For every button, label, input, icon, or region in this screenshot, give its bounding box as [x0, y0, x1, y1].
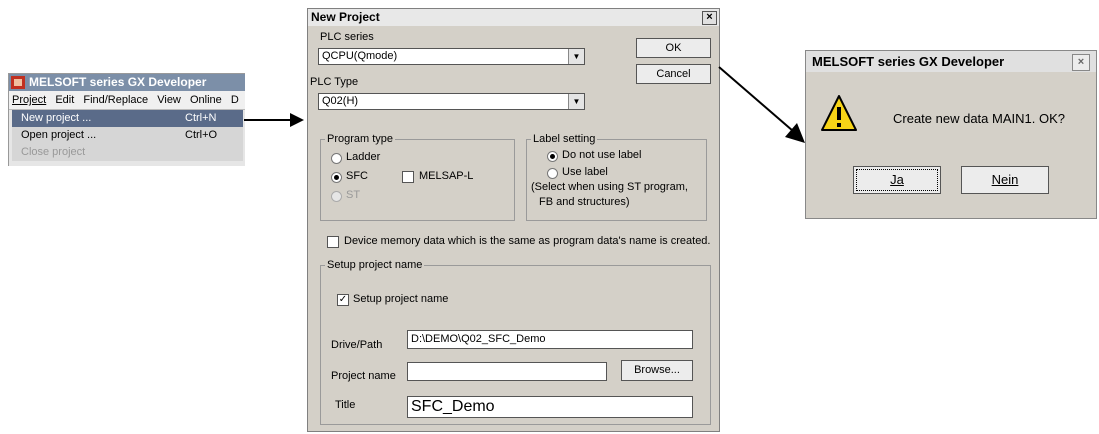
close-icon[interactable]: × [1072, 54, 1090, 71]
program-type-group: Program type Ladder SFC MELSAP-L ST [320, 133, 515, 221]
dialog-title-bar: New Project × [308, 9, 719, 26]
radio-no-label[interactable] [547, 151, 558, 162]
checkbox-setup-project-name[interactable]: ✓ [337, 294, 349, 306]
radio-no-label-text: Do not use label [562, 149, 642, 161]
radio-st [331, 191, 342, 202]
radio-sfc[interactable] [331, 172, 342, 183]
plc-type-label: PLC Type [310, 76, 359, 88]
title-input[interactable]: SFC_Demo [407, 396, 693, 418]
program-type-label: Program type [325, 133, 396, 145]
menu-item-label: New project ... [21, 112, 92, 124]
menu-find-replace[interactable]: Find/Replace [83, 94, 148, 106]
menu-project[interactable]: Project [12, 94, 46, 106]
message-text: Create new data MAIN1. OK? [893, 111, 1065, 126]
title-label: Title [335, 399, 356, 411]
warning-icon [821, 95, 857, 131]
menu-item-shortcut: Ctrl+N [185, 112, 217, 124]
ok-button[interactable]: OK [636, 38, 711, 58]
label-setting-label: Label setting [531, 133, 598, 145]
checkbox-melsap[interactable] [402, 171, 414, 183]
menu-online[interactable]: Online [190, 94, 222, 106]
chevron-down-icon[interactable]: ▼ [568, 94, 584, 109]
menu-item-new-project[interactable]: New project ... Ctrl+N [12, 110, 243, 127]
menu-edit[interactable]: Edit [55, 94, 74, 106]
arrow-to-dialog-icon [244, 113, 304, 127]
label-setting-note-2: FB and structures) [539, 196, 630, 208]
menu-view[interactable]: View [157, 94, 181, 106]
cancel-button[interactable]: Cancel [636, 64, 711, 84]
plc-series-label: PLC series [320, 31, 374, 43]
radio-st-label: ST [346, 189, 361, 201]
setup-project-group: Setup project name ✓ Setup project name … [320, 259, 711, 425]
arrow-to-message-icon [718, 66, 805, 143]
window-title-bar: MELSOFT series GX Developer [9, 74, 245, 91]
menu-item-open-project[interactable]: Open project ... Ctrl+O [12, 127, 243, 144]
plc-series-value: QCPU(Qmode) [322, 50, 398, 62]
menu-item-label: Close project [21, 146, 86, 158]
setup-project-group-label: Setup project name [325, 259, 425, 271]
drive-path-input[interactable]: D:\DEMO\Q02_SFC_Demo [407, 330, 693, 349]
plc-type-select[interactable]: Q02(H) ▼ [318, 93, 585, 110]
drive-path-label: Drive/Path [331, 339, 383, 351]
close-icon[interactable]: × [702, 11, 717, 25]
project-name-label: Project name [331, 370, 396, 382]
menu-item-shortcut: Ctrl+O [185, 129, 218, 141]
radio-ladder[interactable] [331, 153, 342, 164]
confirm-message-box: MELSOFT series GX Developer × Create new… [805, 50, 1097, 219]
browse-button[interactable]: Browse... [621, 360, 693, 381]
label-setting-group: Label setting Do not use label Use label… [526, 133, 707, 221]
menu-diagnostics[interactable]: D [231, 94, 239, 106]
menu-item-close-project: Close project [12, 144, 243, 161]
plc-type-value: Q02(H) [322, 95, 359, 107]
checkbox-device-memory[interactable] [327, 236, 339, 248]
message-title: MELSOFT series GX Developer [812, 54, 1005, 69]
menu-bar: Project Edit Find/Replace View Online D [9, 91, 245, 110]
label-setting-note-1: (Select when using ST program, [531, 181, 688, 193]
new-project-dialog: New Project × PLC series QCPU(Qmode) ▼ P… [307, 8, 720, 432]
radio-sfc-label: SFC [346, 170, 368, 182]
melsoft-app-icon [11, 76, 25, 89]
yes-button[interactable]: Ja [853, 166, 941, 194]
window-title: MELSOFT series GX Developer [29, 75, 207, 89]
chevron-down-icon[interactable]: ▼ [568, 49, 584, 64]
radio-ladder-label: Ladder [346, 151, 381, 163]
checkbox-melsap-label: MELSAP-L [419, 170, 474, 182]
project-menu-dropdown: New project ... Ctrl+N Open project ... … [12, 110, 243, 161]
device-memory-label: Device memory data which is the same as … [344, 235, 711, 247]
plc-series-select[interactable]: QCPU(Qmode) ▼ [318, 48, 585, 65]
dialog-title: New Project [311, 10, 380, 24]
gx-developer-window: MELSOFT series GX Developer Project Edit… [8, 73, 245, 166]
radio-use-label[interactable] [547, 168, 558, 179]
radio-use-label-text: Use label [562, 166, 608, 178]
menu-item-label: Open project ... [21, 129, 97, 141]
setup-project-name-label: Setup project name [353, 293, 449, 305]
message-title-bar: MELSOFT series GX Developer × [806, 51, 1096, 72]
no-button[interactable]: Nein [961, 166, 1049, 194]
project-name-input[interactable] [407, 362, 607, 381]
